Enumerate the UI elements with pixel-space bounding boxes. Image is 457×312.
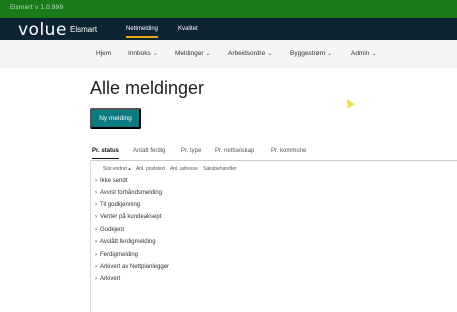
chevron-down-icon: ⌄ [267,51,273,57]
group-label: Venter på kundeaksept [100,214,162,220]
main-nav: Hjem Innboks ⌄ Meldinger ⌄ Arbeidsordre ⌄ B… [0,40,457,68]
nav-item-byggestrom[interactable]: Byggestrøm ⌄ [290,50,332,57]
chevron-right-icon: › [95,214,97,220]
group-label: Avvist forhåndsmelding [100,190,162,196]
group-row[interactable]: › Venter på kundeaksept [95,214,161,220]
chevron-right-icon: › [95,190,97,196]
status-tabs: Pr. status Antatt ferdig Pr. type Pr. ne… [90,147,457,161]
nav-item-admin[interactable]: Admin ⌄ [351,50,376,57]
chevron-right-icon: › [95,276,97,282]
group-row[interactable]: › Ikke sendt [95,178,127,184]
chevron-right-icon: › [95,202,97,208]
brand-bar: volue Elsmart Nettmelding Kvalitet [0,18,457,40]
chevron-right-icon: › [95,239,97,245]
volue-logo[interactable]: volue [18,20,67,40]
tab-antatt-ferdig[interactable]: Antatt ferdig [133,148,165,158]
group-label: Til godkjenning [100,202,141,208]
column-header-anl-adresse[interactable]: Anl. adresse [170,166,198,172]
chevron-down-icon: ⌄ [152,51,158,57]
group-label: Ferdigmelding [100,252,139,258]
group-row[interactable]: › Til godkjenning [95,202,140,208]
column-headers: Sist endret ▴ Anl. poststed Anl. adresse… [103,166,241,172]
nav-item-meldinger[interactable]: Meldinger ⌄ [175,50,211,57]
app-name: Elsmart [70,25,98,34]
chevron-down-icon: ⌄ [327,51,333,57]
environment-label: Elsmart v 1.0.999 [10,4,64,11]
nav-item-label: Admin [351,50,370,57]
group-label: Arkivert av Nettplanlegger [100,264,170,270]
environment-bar: Elsmart v 1.0.999 [0,0,457,18]
chevron-down-icon: ⌄ [205,51,211,57]
nav-item-label: Hjem [96,50,112,57]
tab-nettmelding[interactable]: Nettmelding [126,26,159,38]
chevron-down-icon: ⌄ [371,51,377,57]
group-label: Avslått ferdigmelding [100,239,156,245]
mouse-cursor-icon [343,96,355,109]
column-header-anl-poststed[interactable]: Anl. poststed [136,166,165,172]
nav-item-arbeidsordre[interactable]: Arbeidsordre ⌄ [228,50,272,57]
nav-item-label: Byggestrøm [290,50,326,57]
page-title: Alle meldinger [90,78,205,98]
group-row[interactable]: › Arkivert [95,276,120,282]
nav-item-innboks[interactable]: Innboks ⌄ [128,50,158,57]
nav-item-label: Innboks [128,50,151,57]
tab-pr-nettselskap[interactable]: Pr. nettselskap [215,148,254,158]
new-message-button[interactable]: Ny melding [90,108,141,129]
column-header-sist-endret[interactable]: Sist endret ▴ [103,166,131,172]
message-list-panel: Sist endret ▴ Anl. poststed Anl. adresse… [90,162,457,312]
group-label: Godkjent [100,227,125,233]
tab-pr-status[interactable]: Pr. status [92,148,120,159]
chevron-right-icon: › [95,178,97,184]
group-row[interactable]: › Arkivert av Nettplanlegger [95,264,169,270]
group-row[interactable]: › Ferdigmelding [95,252,138,258]
column-header-saksbehandler[interactable]: Saksbehandler [203,166,236,172]
nav-item-label: Arbeidsordre [228,50,266,57]
chevron-right-icon: › [95,227,97,233]
group-row[interactable]: › Godkjent [95,227,124,233]
nav-item-label: Meldinger [175,50,204,57]
tab-kvalitet[interactable]: Kvalitet [178,26,198,36]
nav-item-hjem[interactable]: Hjem [96,50,111,57]
group-row[interactable]: › Avslått ferdigmelding [95,239,156,245]
chevron-right-icon: › [95,252,97,258]
chevron-right-icon: › [95,264,97,270]
group-label: Ikke sendt [100,178,128,184]
group-row[interactable]: › Avvist forhåndsmelding [95,190,162,196]
tab-pr-kommune[interactable]: Pr. kommune [271,148,306,158]
tab-pr-type[interactable]: Pr. type [181,148,201,158]
group-label: Arkivert [100,276,121,282]
